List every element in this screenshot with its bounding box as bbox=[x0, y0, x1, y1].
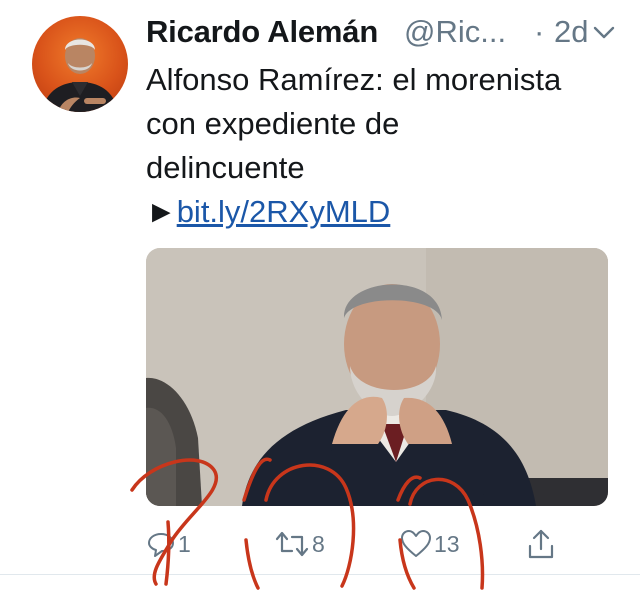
tweet-text-line: con expediente de bbox=[146, 106, 400, 141]
share-icon bbox=[528, 529, 554, 559]
timestamp[interactable]: 2d bbox=[554, 14, 588, 50]
avatar[interactable] bbox=[32, 16, 128, 112]
display-name[interactable]: Ricardo Alemán bbox=[146, 14, 378, 50]
chevron-down-icon[interactable] bbox=[592, 22, 616, 44]
tweet-link[interactable]: bit.ly/2RXyMLD bbox=[177, 194, 391, 229]
share-button[interactable] bbox=[526, 522, 556, 566]
tweet-text-line: delincuente bbox=[146, 150, 305, 185]
media-photo[interactable] bbox=[146, 248, 608, 506]
like-button[interactable]: 13 bbox=[400, 522, 460, 566]
reply-button[interactable]: 1 bbox=[146, 522, 191, 566]
play-pointer-icon: ► bbox=[146, 194, 177, 229]
tweet-header: Ricardo Alemán @Ric... · 2d bbox=[146, 12, 640, 52]
like-count: 13 bbox=[434, 530, 460, 557]
link-row: ►bit.ly/2RXyMLD bbox=[146, 190, 616, 234]
photo-image bbox=[146, 248, 608, 506]
tweet-text-line: Alfonso Ramírez: el morenista bbox=[146, 62, 562, 97]
tweet-text: Alfonso Ramírez: el morenista con expedi… bbox=[146, 58, 616, 234]
heart-icon bbox=[401, 530, 431, 557]
retweet-count: 8 bbox=[312, 530, 325, 557]
divider bbox=[0, 574, 640, 575]
separator-dot: · bbox=[534, 14, 545, 49]
tweet[interactable]: Ricardo Alemán @Ric... · 2d Alfonso Ramí… bbox=[0, 0, 640, 591]
handle[interactable]: @Ric... bbox=[404, 14, 506, 50]
reply-count: 1 bbox=[178, 530, 191, 557]
tweet-actions: 1 8 13 bbox=[146, 522, 586, 566]
retweet-icon bbox=[275, 531, 309, 557]
reply-icon bbox=[148, 533, 174, 557]
avatar-image bbox=[42, 38, 118, 112]
retweet-button[interactable]: 8 bbox=[274, 522, 325, 566]
